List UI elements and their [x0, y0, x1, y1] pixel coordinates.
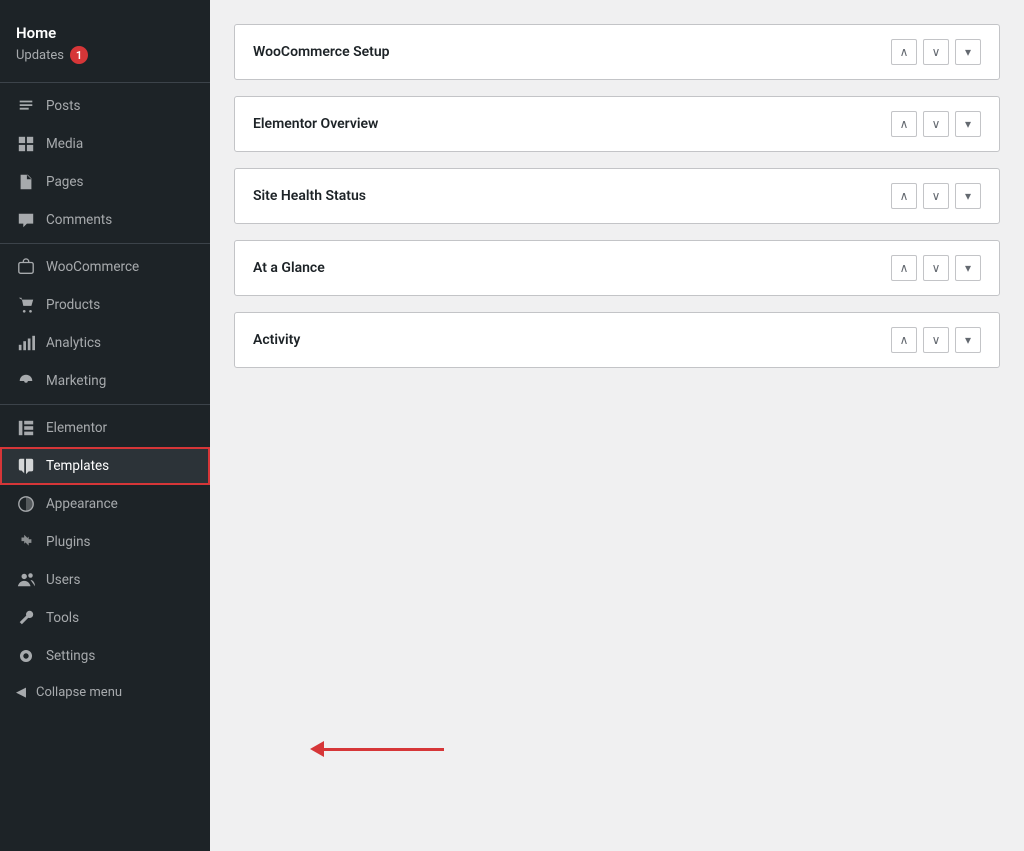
sidebar-item-marketing-label: Marketing [46, 373, 106, 389]
sidebar-item-products[interactable]: Products [0, 286, 210, 324]
home-label[interactable]: Home [16, 16, 194, 44]
sidebar-item-templates-label: Templates [46, 458, 109, 474]
sidebar-item-settings[interactable]: Settings [0, 637, 210, 675]
widget-at-a-glance-controls: ∧ ∨ ▾ [891, 255, 981, 281]
widget-elementor-overview-title: Elementor Overview [253, 116, 378, 132]
sidebar-item-users-label: Users [46, 572, 80, 588]
analytics-icon [16, 333, 36, 353]
sidebar-item-analytics-label: Analytics [46, 335, 101, 351]
posts-icon [16, 96, 36, 116]
widget-woocommerce-setup-up[interactable]: ∧ [891, 39, 917, 65]
sidebar-item-settings-label: Settings [46, 648, 95, 664]
sidebar-item-analytics[interactable]: Analytics [0, 324, 210, 362]
add-new-arrow-annotation [310, 741, 444, 757]
pages-icon [16, 172, 36, 192]
widget-at-a-glance-title: At a Glance [253, 260, 325, 276]
widget-site-health-status-header[interactable]: Site Health Status ∧ ∨ ▾ [235, 169, 999, 223]
sidebar-item-woocommerce-label: WooCommerce [46, 259, 139, 275]
widget-activity-down[interactable]: ∨ [923, 327, 949, 353]
widget-activity-controls: ∧ ∨ ▾ [891, 327, 981, 353]
media-icon [16, 134, 36, 154]
sidebar-item-elementor-label: Elementor [46, 420, 107, 436]
widget-elementor-overview: Elementor Overview ∧ ∨ ▾ [234, 96, 1000, 152]
plugins-icon [16, 532, 36, 552]
sidebar-item-tools[interactable]: Tools [0, 599, 210, 637]
sidebar-item-plugins[interactable]: Plugins [0, 523, 210, 561]
widget-elementor-overview-controls: ∧ ∨ ▾ [891, 111, 981, 137]
woocommerce-icon [16, 257, 36, 277]
widget-at-a-glance-down[interactable]: ∨ [923, 255, 949, 281]
widget-elementor-overview-down[interactable]: ∨ [923, 111, 949, 137]
widget-site-health-status: Site Health Status ∧ ∨ ▾ [234, 168, 1000, 224]
widget-elementor-overview-up[interactable]: ∧ [891, 111, 917, 137]
collapse-menu[interactable]: ◀ Collapse menu [0, 675, 210, 710]
sidebar-item-pages-label: Pages [46, 174, 84, 190]
sidebar-item-users[interactable]: Users [0, 561, 210, 599]
arrow-line [324, 748, 444, 751]
updates-item[interactable]: Updates 1 [16, 44, 194, 74]
updates-badge: 1 [70, 46, 88, 64]
sidebar: Home Updates 1 Posts Media Pages Comment… [0, 0, 210, 851]
widget-site-health-status-menu[interactable]: ▾ [955, 183, 981, 209]
arrow-head [310, 741, 324, 757]
sidebar-item-woocommerce[interactable]: WooCommerce [0, 248, 210, 286]
sidebar-item-appearance-label: Appearance [46, 496, 118, 512]
collapse-label: Collapse menu [36, 685, 122, 700]
sidebar-header: Home Updates 1 [0, 0, 210, 78]
updates-label: Updates [16, 48, 64, 63]
appearance-icon [16, 494, 36, 514]
sidebar-item-appearance[interactable]: Appearance [0, 485, 210, 523]
main-content: WooCommerce Setup ∧ ∨ ▾ Elementor Overvi… [210, 0, 1024, 851]
widget-site-health-status-down[interactable]: ∨ [923, 183, 949, 209]
sidebar-divider-3 [0, 404, 210, 405]
widget-activity-title: Activity [253, 332, 300, 348]
sidebar-item-elementor[interactable]: Elementor [0, 409, 210, 447]
widget-at-a-glance: At a Glance ∧ ∨ ▾ [234, 240, 1000, 296]
widget-at-a-glance-header[interactable]: At a Glance ∧ ∨ ▾ [235, 241, 999, 295]
widget-site-health-status-up[interactable]: ∧ [891, 183, 917, 209]
users-icon [16, 570, 36, 590]
sidebar-item-templates[interactable]: Templates [0, 447, 210, 485]
sidebar-item-media[interactable]: Media [0, 125, 210, 163]
widget-elementor-overview-header[interactable]: Elementor Overview ∧ ∨ ▾ [235, 97, 999, 151]
widget-woocommerce-setup-header[interactable]: WooCommerce Setup ∧ ∨ ▾ [235, 25, 999, 79]
tools-icon [16, 608, 36, 628]
sidebar-item-pages[interactable]: Pages [0, 163, 210, 201]
widget-activity: Activity ∧ ∨ ▾ [234, 312, 1000, 368]
widget-activity-header[interactable]: Activity ∧ ∨ ▾ [235, 313, 999, 367]
widget-woocommerce-setup-controls: ∧ ∨ ▾ [891, 39, 981, 65]
comments-icon [16, 210, 36, 230]
sidebar-item-posts-label: Posts [46, 98, 80, 114]
settings-icon [16, 646, 36, 666]
products-icon [16, 295, 36, 315]
widget-woocommerce-setup-menu[interactable]: ▾ [955, 39, 981, 65]
sidebar-item-posts[interactable]: Posts [0, 87, 210, 125]
widget-elementor-overview-menu[interactable]: ▾ [955, 111, 981, 137]
elementor-icon [16, 418, 36, 438]
widget-woocommerce-setup-down[interactable]: ∨ [923, 39, 949, 65]
sidebar-divider-2 [0, 243, 210, 244]
widget-at-a-glance-menu[interactable]: ▾ [955, 255, 981, 281]
widget-activity-up[interactable]: ∧ [891, 327, 917, 353]
collapse-icon: ◀ [16, 685, 26, 700]
widget-activity-menu[interactable]: ▾ [955, 327, 981, 353]
widget-at-a-glance-up[interactable]: ∧ [891, 255, 917, 281]
widget-site-health-status-controls: ∧ ∨ ▾ [891, 183, 981, 209]
sidebar-divider [0, 82, 210, 83]
sidebar-item-products-label: Products [46, 297, 100, 313]
sidebar-item-plugins-label: Plugins [46, 534, 91, 550]
marketing-icon [16, 371, 36, 391]
sidebar-item-comments-label: Comments [46, 212, 112, 228]
sidebar-item-media-label: Media [46, 136, 83, 152]
sidebar-item-comments[interactable]: Comments [0, 201, 210, 239]
sidebar-item-marketing[interactable]: Marketing [0, 362, 210, 400]
widget-site-health-status-title: Site Health Status [253, 188, 366, 204]
widget-woocommerce-setup-title: WooCommerce Setup [253, 44, 390, 60]
sidebar-item-tools-label: Tools [46, 610, 79, 626]
templates-icon [16, 456, 36, 476]
widget-woocommerce-setup: WooCommerce Setup ∧ ∨ ▾ [234, 24, 1000, 80]
